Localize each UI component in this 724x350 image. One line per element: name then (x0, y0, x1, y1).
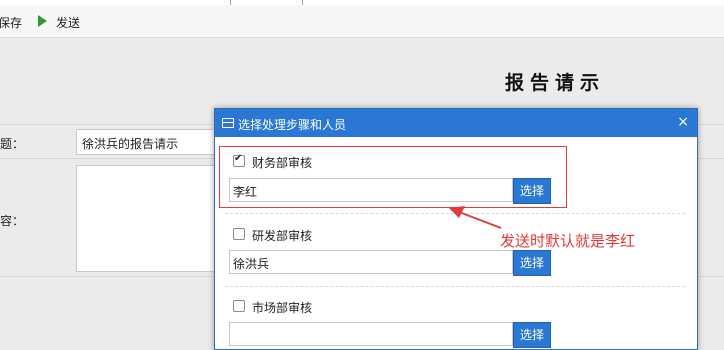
subject-label: 标题： (0, 137, 25, 151)
send-icon (38, 15, 47, 27)
dialog-title: 选择处理步骤和人员 (238, 118, 347, 132)
annotation-arrow (449, 206, 502, 229)
arrow-line (458, 211, 502, 229)
annotation-text: 发送时默认就是李红 (500, 232, 636, 250)
select-person-button[interactable]: 选择 (513, 250, 551, 276)
person-input[interactable]: 徐洪兵 (229, 250, 513, 274)
list-icon (222, 118, 234, 128)
step-divider (225, 286, 685, 287)
highlight-box (219, 146, 567, 208)
step-checkbox[interactable] (233, 228, 245, 240)
step-checkbox[interactable] (233, 300, 245, 312)
arrow-head (449, 206, 465, 218)
subject-value: 徐洪兵的报告请示 (82, 137, 179, 151)
step-label: 市场部审核 (252, 301, 313, 315)
toolbar: 保存 发送 (0, 5, 724, 38)
content-label: 内容： (0, 214, 25, 228)
person-value: 徐洪兵 (233, 257, 270, 271)
send-button[interactable]: 发送 (56, 14, 80, 31)
person-input[interactable] (229, 322, 513, 346)
save-button[interactable]: 保存 (0, 14, 22, 31)
close-icon[interactable]: × (677, 114, 689, 130)
page-title: 报告请示 (505, 72, 606, 94)
select-person-button[interactable]: 选择 (513, 322, 551, 348)
dialog-header: 选择处理步骤和人员 × (215, 109, 697, 137)
step-label: 研发部审核 (252, 229, 313, 243)
